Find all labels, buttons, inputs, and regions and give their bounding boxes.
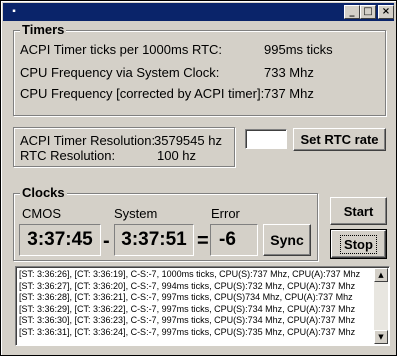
close-button[interactable]: × — [378, 5, 394, 19]
timers-group-title: Timers — [20, 22, 67, 38]
rtc-resolution-label: RTC Resolution: — [20, 148, 116, 163]
clocks-group: Clocks CMOS System Error 3:37:45 - 3:37:… — [13, 185, 318, 261]
maximize-icon: □ — [363, 6, 373, 17]
error-display: -6 — [210, 224, 258, 256]
system-time-value: 3:37:51 — [121, 229, 187, 250]
rtc-rate-input[interactable] — [245, 129, 287, 149]
system-time-display: 3:37:51 — [114, 224, 194, 256]
acpi-ticks-value: 995ms ticks — [264, 42, 333, 57]
acpi-ticks-label: ACPI Timer ticks per 1000ms RTC: — [20, 42, 223, 57]
stop-label: Stop — [340, 234, 377, 254]
app-icon[interactable]: ▪ — [6, 5, 22, 18]
acpi-resolution-label: ACPI Timer Resolution: — [20, 133, 156, 148]
error-value: -6 — [219, 229, 236, 250]
cpu-freq-corrected-value: 737 Mhz — [264, 86, 314, 101]
cmos-time-value: 3:37:45 — [27, 229, 93, 250]
title-bar[interactable]: ▪ _ □ × — [3, 3, 394, 21]
scroll-up-button[interactable]: ▲ — [374, 268, 388, 282]
sync-label: Sync — [270, 232, 304, 248]
cpu-freq-value: 733 Mhz — [264, 65, 314, 80]
resolution-panel: ACPI Timer Resolution: 3579545 hz RTC Re… — [13, 127, 235, 167]
acpi-resolution-value: 3579545 hz — [154, 133, 222, 148]
close-icon: × — [381, 6, 391, 17]
error-label: Error — [211, 206, 240, 221]
start-button[interactable]: Start — [330, 197, 387, 225]
start-label: Start — [343, 203, 374, 219]
set-rtc-rate-label: Set RTC rate — [300, 132, 379, 147]
cpu-freq-corrected-label: CPU Frequency [corrected by ACPI timer]: — [20, 86, 265, 101]
log-list[interactable]: [ST: 3:36:26], [CT: 3:36:19], C-S:-7, 10… — [15, 266, 390, 346]
cmos-time-display: 3:37:45 — [19, 224, 101, 256]
timers-group: Timers ACPI Timer ticks per 1000ms RTC: … — [13, 22, 386, 116]
equals-sign: = — [197, 230, 209, 252]
log-line: [ST: 3:36:31], [CT: 3:36:24], C-S:-7, 99… — [19, 326, 356, 337]
sync-button[interactable]: Sync — [263, 224, 311, 256]
clocks-group-title: Clocks — [20, 185, 67, 201]
minimize-icon: _ — [349, 6, 355, 17]
scroll-up-icon: ▲ — [378, 271, 384, 279]
scroll-down-icon: ▼ — [378, 333, 384, 341]
log-line: [ST: 3:36:29], [CT: 3:36:22], C-S:-7, 99… — [19, 303, 356, 314]
system-label: System — [114, 206, 158, 221]
log-line: [ST: 3:36:26], [CT: 3:36:19], C-S:-7, 10… — [19, 269, 361, 279]
rtc-resolution-value: 100 hz — [157, 148, 197, 163]
set-rtc-rate-button[interactable]: Set RTC rate — [293, 128, 386, 151]
maximize-button[interactable]: □ — [360, 5, 376, 19]
stop-button[interactable]: Stop — [330, 229, 387, 259]
log-line: [ST: 3:36:30], [CT: 3:36:23], C-S:-7, 99… — [19, 315, 356, 326]
cpu-freq-label: CPU Frequency via System Clock: — [20, 65, 220, 80]
app-window: ▪ _ □ × Timers ACPI Timer ticks per 1000… — [0, 0, 397, 356]
minus-sign: - — [103, 230, 110, 252]
scroll-down-button[interactable]: ▼ — [374, 330, 388, 344]
log-scrollbar[interactable]: ▲ ▼ — [374, 268, 388, 344]
minimize-button[interactable]: _ — [344, 5, 360, 19]
log-line: [ST: 3:36:27], [CT: 3:36:20], C-S:-7, 99… — [19, 280, 356, 291]
log-lines: [ST: 3:36:26], [CT: 3:36:19], C-S:-7, 10… — [19, 269, 371, 339]
cmos-label: CMOS — [22, 206, 61, 221]
log-line: [ST: 3:36:28], [CT: 3:36:21], C-S:-7, 99… — [19, 292, 353, 303]
